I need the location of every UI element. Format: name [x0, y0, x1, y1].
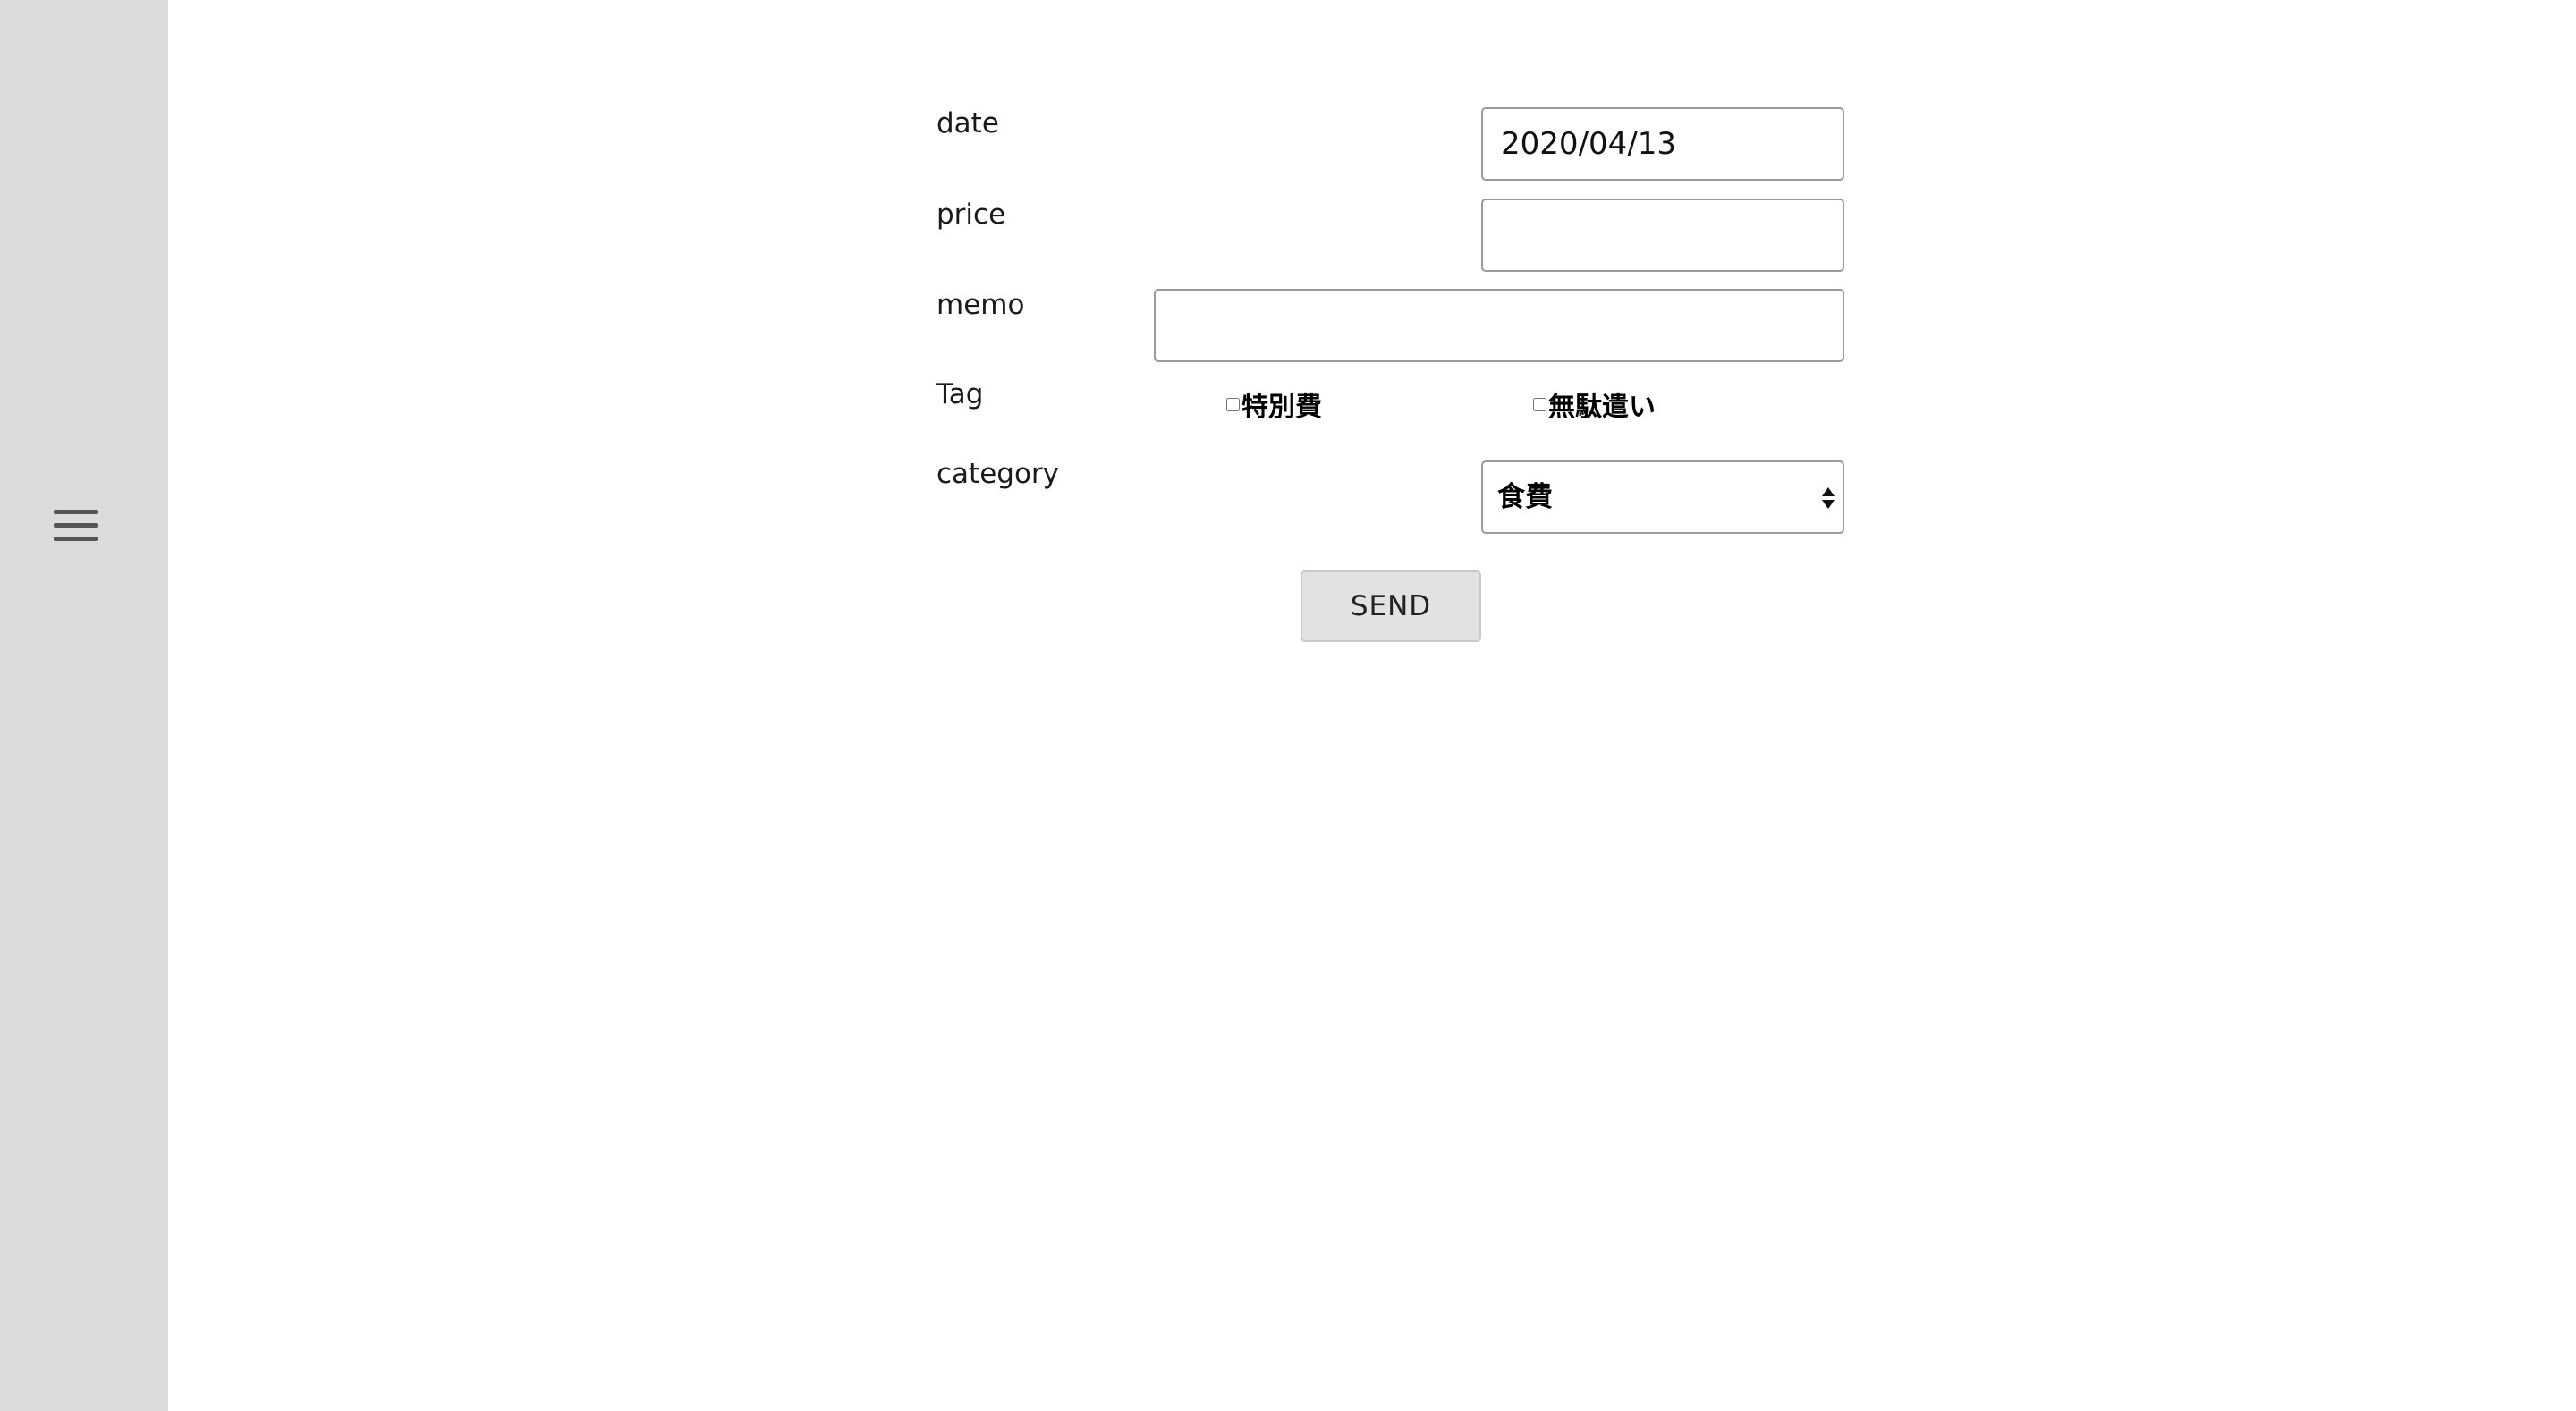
arrow-down-icon: [1822, 500, 1835, 509]
memo-label: memo: [936, 289, 1025, 321]
send-button[interactable]: SEND: [1301, 570, 1481, 642]
tag-option-special-expense[interactable]: 特別費: [1226, 386, 1322, 423]
category-select[interactable]: 食費: [1481, 460, 1844, 534]
tag-option-label: 無駄遣い: [1548, 392, 1656, 423]
date-label: date: [936, 107, 999, 139]
memo-input[interactable]: [1154, 289, 1844, 362]
tag-label: Tag: [936, 378, 984, 410]
select-arrows-icon: [1822, 486, 1835, 512]
tag-checkbox-waste[interactable]: [1533, 397, 1546, 411]
expense-form: date price memo Tag 特別費 無駄遣い category 食費…: [0, 0, 2576, 1411]
price-input[interactable]: [1481, 199, 1844, 272]
category-label: category: [936, 458, 1060, 490]
tag-checkbox-special-expense[interactable]: [1226, 397, 1240, 411]
tag-option-label: 特別費: [1241, 392, 1322, 423]
tag-option-waste[interactable]: 無駄遣い: [1533, 386, 1656, 423]
price-label: price: [936, 199, 1006, 231]
category-selected-value: 食費: [1497, 481, 1553, 513]
date-input[interactable]: [1481, 107, 1844, 181]
arrow-up-icon: [1822, 487, 1835, 496]
